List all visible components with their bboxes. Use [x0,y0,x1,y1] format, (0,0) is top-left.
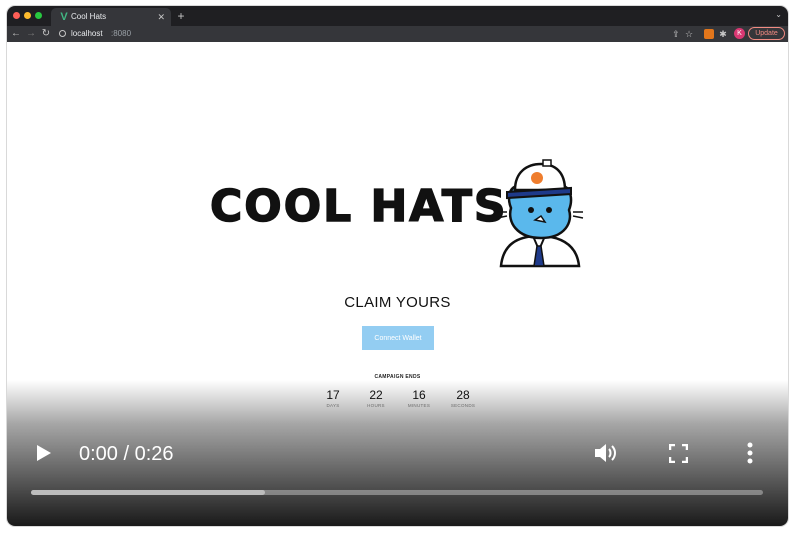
back-arrow-icon[interactable]: ← [10,27,22,41]
browser-window: V Cool Hats ✕ + ⌄ ← → ↻ localhost :8080 … [7,6,788,526]
new-tab-icon[interactable]: + [175,9,187,23]
profile-avatar[interactable]: K [734,28,745,39]
address-bar[interactable]: localhost :8080 [59,27,667,41]
more-vert-icon[interactable] [747,442,753,464]
tab-bar: V Cool Hats ✕ + ⌄ [7,6,788,26]
tab-cool-hats[interactable]: V Cool Hats ✕ [51,8,171,26]
mascot-cat-illustration [496,159,584,268]
play-icon[interactable] [36,444,52,462]
cool-hats-logo: COOL HATS [209,181,508,233]
close-window-button[interactable] [13,12,20,19]
claim-title: CLAIM YOURS [344,294,451,311]
browser-toolbar: ← → ↻ localhost :8080 ⇪ ☆ ✱ K Update [7,26,788,42]
metamask-extension-icon[interactable] [704,29,714,39]
connect-wallet-button[interactable]: Connect Wallet [362,326,434,350]
minimize-window-button[interactable] [24,12,31,19]
vue-favicon-icon: V [60,11,68,23]
url-host: localhost [71,29,103,38]
share-icon[interactable]: ⇪ [671,28,681,40]
close-tab-icon[interactable]: ✕ [157,11,165,23]
site-info-icon[interactable] [59,30,66,37]
forward-arrow-icon[interactable]: → [25,27,37,41]
update-button[interactable]: Update [748,27,785,40]
tab-search-chevron-icon[interactable]: ⌄ [775,10,782,19]
video-progress-fill [31,490,266,495]
reload-icon[interactable]: ↻ [40,27,52,41]
video-time-display: 0:00 / 0:26 [79,443,174,465]
maximize-window-button[interactable] [35,12,42,19]
video-progress-bar[interactable] [31,490,763,495]
volume-icon[interactable] [594,442,620,464]
fullscreen-icon[interactable] [669,444,688,463]
url-port: :8080 [111,29,132,38]
bookmark-star-icon[interactable]: ☆ [684,28,694,40]
extensions-puzzle-icon[interactable]: ✱ [718,28,728,40]
tab-title: Cool Hats [71,12,107,21]
